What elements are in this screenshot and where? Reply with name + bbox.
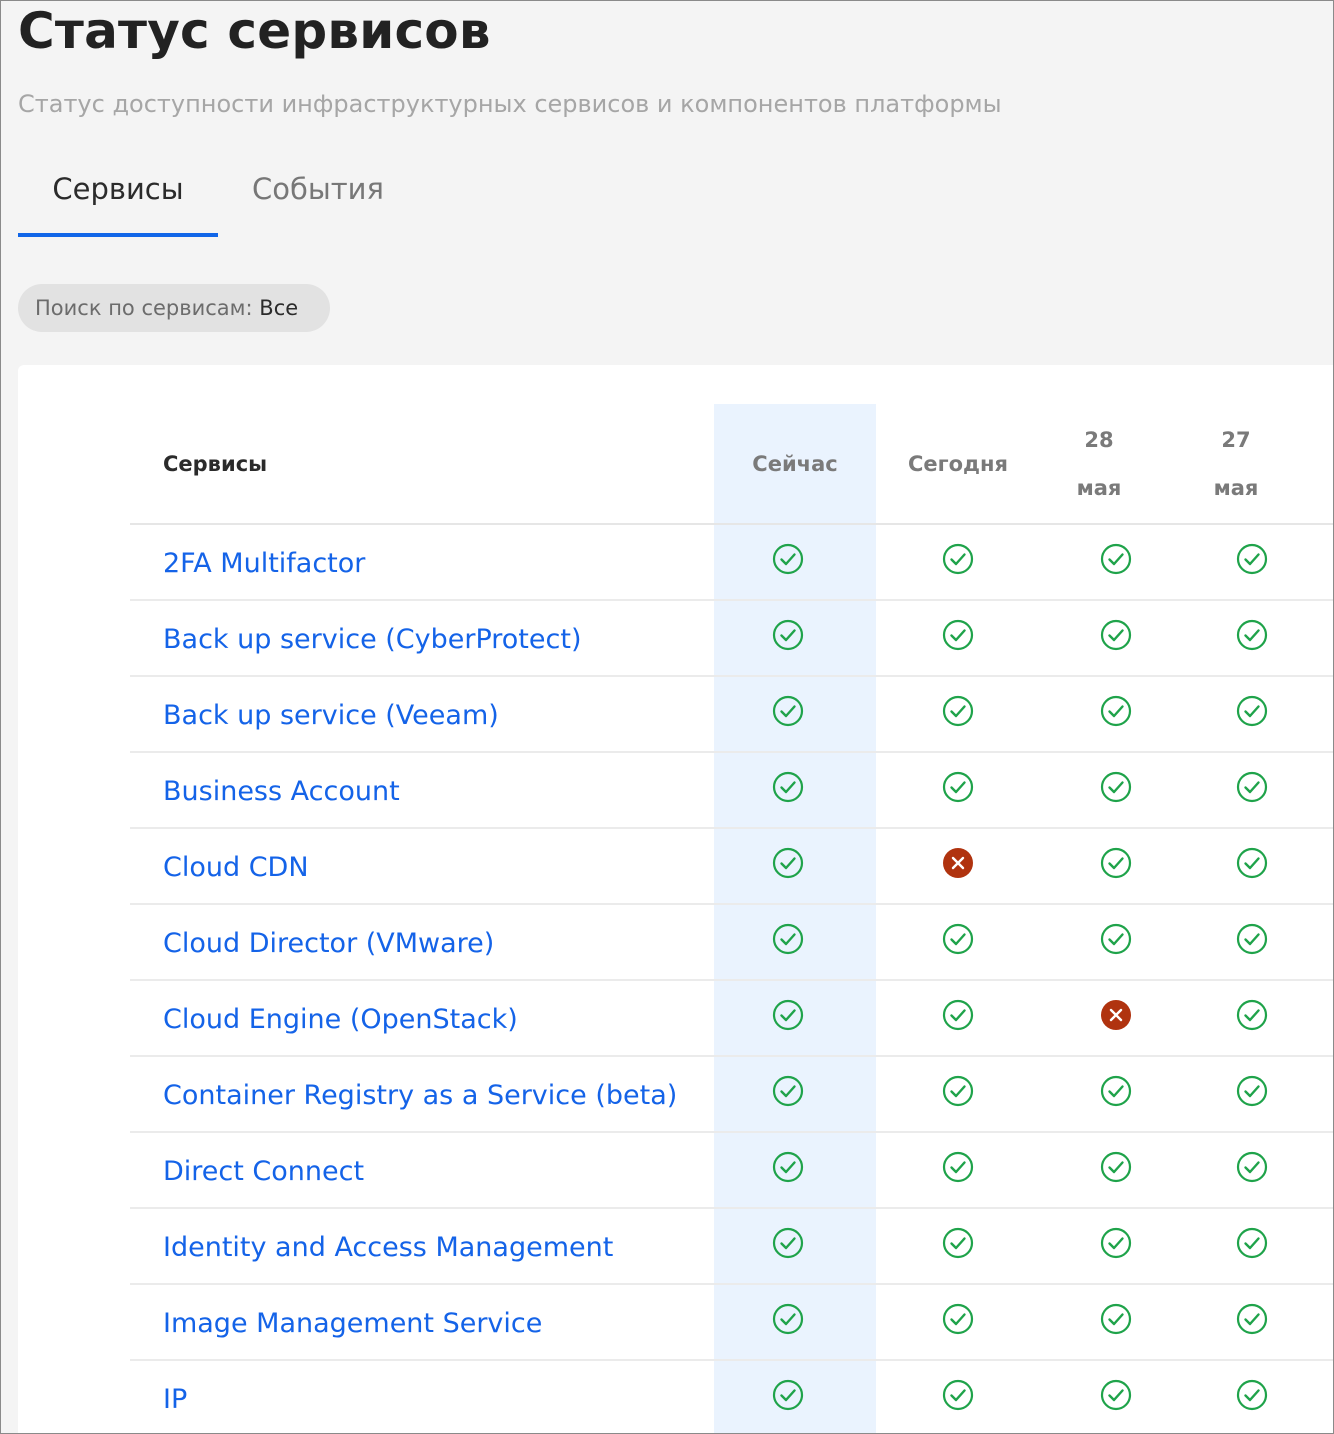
service-link[interactable]: Business Account	[163, 775, 400, 809]
check-circle-icon	[1100, 1379, 1132, 1411]
check-circle-icon	[772, 695, 804, 727]
check-circle-icon	[1100, 923, 1132, 955]
table-row: Cloud Director (VMware)	[130, 905, 1333, 981]
x-circle-icon	[943, 848, 973, 878]
table-row: Cloud CDN	[130, 829, 1333, 905]
tab-bar: Сервисы События	[18, 159, 438, 237]
check-circle-icon	[772, 1151, 804, 1183]
check-circle-icon	[942, 923, 974, 955]
table-row: IP	[130, 1361, 1333, 1433]
service-link[interactable]: 2FA Multifactor	[163, 547, 365, 581]
check-circle-icon	[1100, 543, 1132, 575]
check-circle-icon	[772, 771, 804, 803]
check-circle-icon	[942, 999, 974, 1031]
header-may-28: 28 мая	[1064, 404, 1134, 524]
check-circle-icon	[772, 1227, 804, 1259]
status-table-card: Сервисы Сейчас Сегодня 28 мая 27 мая 2FA…	[18, 365, 1333, 1433]
table-header: Сервисы Сейчас Сегодня 28 мая 27 мая	[130, 404, 1333, 525]
check-circle-icon	[1236, 1075, 1268, 1107]
check-circle-icon	[942, 619, 974, 651]
service-link[interactable]: Back up service (CyberProtect)	[163, 623, 581, 657]
check-circle-icon	[1100, 1227, 1132, 1259]
check-circle-icon	[772, 1379, 804, 1411]
service-link[interactable]: Direct Connect	[163, 1155, 364, 1189]
table-row: Identity and Access Management	[130, 1209, 1333, 1285]
table-body: 2FA Multifactor Back up service (CyberPro…	[130, 525, 1333, 1433]
check-circle-icon	[772, 1075, 804, 1107]
page-title: Статус сервисов	[18, 2, 491, 60]
table-row: Direct Connect	[130, 1133, 1333, 1209]
service-link[interactable]: Cloud Director (VMware)	[163, 927, 494, 961]
check-circle-icon	[942, 1227, 974, 1259]
check-circle-icon	[1236, 1379, 1268, 1411]
check-circle-icon	[772, 847, 804, 879]
check-circle-icon	[1236, 847, 1268, 879]
service-link[interactable]: IP	[163, 1383, 187, 1417]
check-circle-icon	[772, 999, 804, 1031]
check-circle-icon	[1100, 847, 1132, 879]
header-may-27-day: 27	[1221, 428, 1251, 452]
x-circle-icon	[1101, 1000, 1131, 1030]
service-link[interactable]: Cloud CDN	[163, 851, 309, 885]
header-may-27-month: мая	[1213, 476, 1259, 500]
check-circle-icon	[1100, 1075, 1132, 1107]
check-circle-icon	[772, 619, 804, 651]
header-may-28-day: 28	[1084, 428, 1114, 452]
check-circle-icon	[1236, 1227, 1268, 1259]
check-circle-icon	[1236, 1151, 1268, 1183]
check-circle-icon	[942, 1303, 974, 1335]
check-circle-icon	[1100, 1151, 1132, 1183]
check-circle-icon	[1236, 771, 1268, 803]
tab-services[interactable]: Сервисы	[18, 159, 218, 237]
check-circle-icon	[1236, 999, 1268, 1031]
check-circle-icon	[772, 543, 804, 575]
check-circle-icon	[942, 771, 974, 803]
service-filter-chip[interactable]: Поиск по сервисам: Все	[18, 284, 330, 332]
check-circle-icon	[942, 695, 974, 727]
header-services: Сервисы	[163, 452, 268, 476]
table-row: Back up service (CyberProtect)	[130, 601, 1333, 677]
check-circle-icon	[942, 543, 974, 575]
table-row: Business Account	[130, 753, 1333, 829]
status-page: Статус сервисов Статус доступности инфра…	[0, 0, 1334, 1434]
header-today: Сегодня	[907, 452, 1008, 476]
table-row: Cloud Engine (OpenStack)	[130, 981, 1333, 1057]
filter-value: Все	[259, 296, 299, 320]
check-circle-icon	[772, 1303, 804, 1335]
header-may-27: 27 мая	[1201, 404, 1271, 524]
service-link[interactable]: Cloud Engine (OpenStack)	[163, 1003, 518, 1037]
check-circle-icon	[942, 1075, 974, 1107]
check-circle-icon	[1100, 619, 1132, 651]
check-circle-icon	[942, 1151, 974, 1183]
table-row: Back up service (Veeam)	[130, 677, 1333, 753]
check-circle-icon	[942, 1379, 974, 1411]
check-circle-icon	[1236, 695, 1268, 727]
check-circle-icon	[1100, 771, 1132, 803]
table-row: Container Registry as a Service (beta)	[130, 1057, 1333, 1133]
check-circle-icon	[772, 923, 804, 955]
tab-events[interactable]: События	[230, 159, 406, 237]
service-link[interactable]: Image Management Service	[163, 1307, 542, 1341]
check-circle-icon	[1236, 619, 1268, 651]
check-circle-icon	[1236, 923, 1268, 955]
check-circle-icon	[1236, 543, 1268, 575]
filter-label: Поиск по сервисам:	[35, 296, 253, 320]
header-now: Сейчас	[752, 452, 838, 476]
service-link[interactable]: Identity and Access Management	[163, 1231, 613, 1265]
page-subtitle: Статус доступности инфраструктурных серв…	[18, 90, 1002, 118]
check-circle-icon	[1100, 695, 1132, 727]
service-link[interactable]: Back up service (Veeam)	[163, 699, 499, 733]
table-row: Image Management Service	[130, 1285, 1333, 1361]
service-link[interactable]: Container Registry as a Service (beta)	[163, 1079, 677, 1113]
check-circle-icon	[1236, 1303, 1268, 1335]
check-circle-icon	[1100, 1303, 1132, 1335]
table-row: 2FA Multifactor	[130, 525, 1333, 601]
header-may-28-month: мая	[1076, 476, 1122, 500]
